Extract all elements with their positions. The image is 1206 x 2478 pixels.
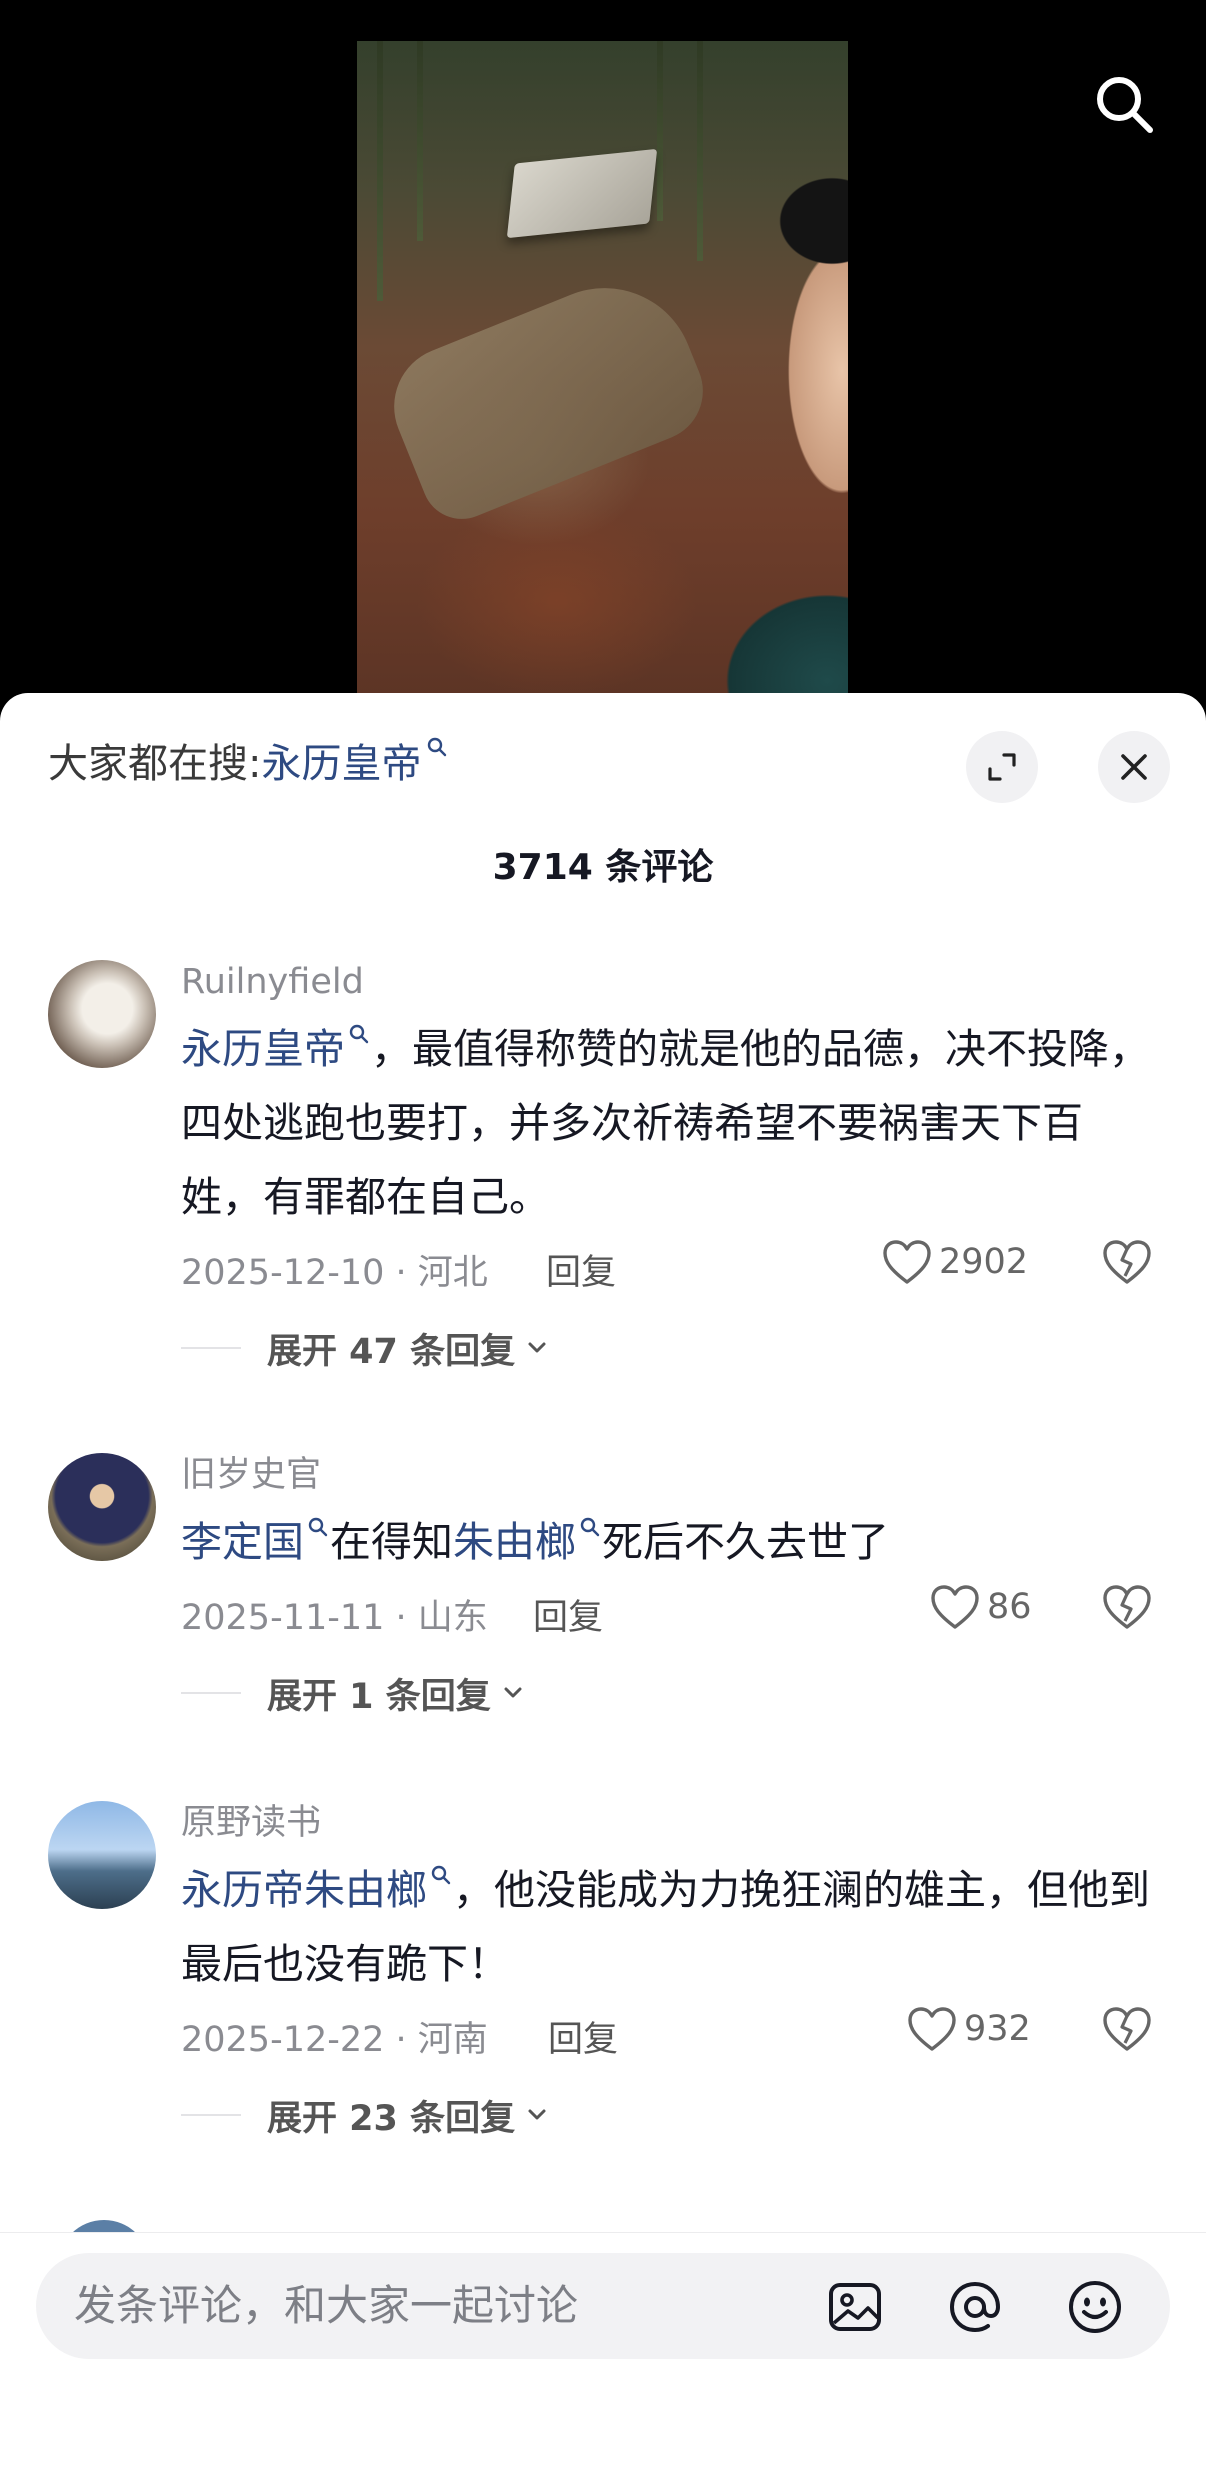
comment-keyword-link[interactable]: 李定国 (181, 1518, 304, 1566)
divider (181, 2114, 241, 2116)
like-button[interactable]: 2902 (881, 1238, 1028, 1286)
comment-text: 永历帝朱由榔 ，他没能成为力挽狂澜的雄主，但他到最后也没有跪下！ (181, 1853, 1161, 2001)
comment-username[interactable]: Ruilnyfield (181, 960, 1161, 1004)
broken-heart-icon (1103, 2007, 1151, 2051)
reply-button[interactable]: 回复 (548, 2011, 618, 2062)
dislike-button[interactable] (1101, 2005, 1153, 2062)
close-button[interactable] (1098, 731, 1170, 803)
comment-keyword-link[interactable]: 永历帝朱由榔 (181, 1866, 427, 1914)
hot-search-term[interactable]: 永历皇帝 (261, 731, 421, 789)
video-person (742, 151, 848, 291)
comment-input-bar: 发条评论，和大家一起讨论 (0, 2232, 1206, 2478)
comment-username[interactable]: 旧岁史官 (181, 1453, 1161, 1497)
expand-replies-label: 展开 1 条回复 (267, 1676, 491, 1717)
video-statue (376, 260, 718, 532)
comment-body: 旧岁史官 李定国 在得知朱由榔 死后不久去世了 2025-11-11 · 山东 回复… (181, 1453, 1161, 1723)
comment-text: 永历皇帝 ，最值得称赞的就是他的品德，决不投降，四处逃跑也要打，并多次祈祷希望不要… (181, 1012, 1161, 1234)
close-icon (1121, 754, 1147, 780)
comment-username[interactable]: 原野读书 (181, 1801, 1161, 1845)
expand-replies-button[interactable]: 展开 23 条回复 (181, 2085, 1161, 2145)
video-scenery (697, 41, 703, 261)
like-count: 86 (987, 1587, 1032, 1627)
expand-replies-button[interactable]: 展开 1 条回复 (181, 1663, 1161, 1723)
expand-button[interactable] (966, 731, 1038, 803)
video-player[interactable] (0, 0, 1206, 721)
hot-search-label: 大家都在搜: (48, 741, 262, 787)
image-icon[interactable] (826, 2278, 884, 2336)
dislike-button[interactable] (1101, 1583, 1153, 1640)
comment-text-body: 死后不久去世了 (602, 1518, 889, 1566)
comment-keyword-link[interactable]: 永历皇帝 (181, 1025, 345, 1073)
heart-icon (908, 2007, 956, 2051)
chevron-down-icon (528, 2109, 546, 2120)
comment-date-location: 2025-11-11 · 山东 (181, 1598, 488, 1638)
comment-input[interactable]: 发条评论，和大家一起讨论 (36, 2253, 1170, 2359)
video-frame[interactable] (357, 41, 848, 721)
expand-replies-label: 展开 23 条回复 (267, 2098, 516, 2139)
divider (181, 1692, 241, 1694)
avatar[interactable] (48, 1801, 156, 1909)
comment-input-placeholder: 发条评论，和大家一起讨论 (74, 2281, 579, 2330)
expand-replies-label: 展开 47 条回复 (267, 1331, 516, 1372)
like-button[interactable]: 932 (906, 2005, 1031, 2053)
hot-search[interactable]: 大家都在搜: 永历皇帝 (48, 731, 449, 789)
emoji-icon[interactable] (1066, 2278, 1124, 2336)
search-icon (349, 1024, 369, 1044)
avatar[interactable] (48, 1453, 156, 1561)
broken-heart-icon (1103, 1240, 1151, 1284)
sheet-header: 大家都在搜: 永历皇帝 3714 条评论 (0, 693, 1206, 893)
like-count: 932 (964, 2009, 1031, 2049)
broken-heart-icon (1103, 1585, 1151, 1629)
search-icon (431, 1865, 451, 1885)
video-scenery (377, 41, 383, 301)
chevron-down-icon (528, 1342, 546, 1353)
expand-icon (988, 753, 1016, 781)
search-icon (580, 1517, 600, 1537)
video-scenery (657, 41, 663, 221)
avatar[interactable] (48, 960, 156, 1068)
comment-meta: 2025-11-11 · 山东 回复 86 (181, 1581, 1161, 1641)
at-mention-icon[interactable] (946, 2278, 1004, 2336)
comment-sheet: 大家都在搜: 永历皇帝 3714 条评论 Ruilnyfield 永历皇帝 ，最… (0, 693, 1206, 2477)
comment-body: Ruilnyfield 永历皇帝 ，最值得称赞的就是他的品德，决不投降，四处逃跑也… (181, 960, 1161, 1378)
comment-meta: 2025-12-10 · 河北 回复 2902 (181, 1236, 1161, 1296)
comment-body: 原野读书 永历帝朱由榔 ，他没能成为力挽狂澜的雄主，但他到最后也没有跪下！ 202… (181, 1801, 1161, 2145)
like-count: 2902 (939, 1242, 1029, 1282)
search-icon[interactable] (1092, 72, 1156, 136)
reply-button[interactable]: 回复 (533, 1589, 603, 1640)
like-button[interactable]: 86 (929, 1583, 1032, 1631)
search-icon (428, 737, 447, 757)
comment-meta: 2025-12-22 · 河南 回复 932 (181, 2003, 1161, 2063)
video-scenery (417, 41, 423, 241)
comment-text: 李定国 在得知朱由榔 死后不久去世了 (181, 1505, 1161, 1579)
comment-keyword-link[interactable]: 朱由榔 (453, 1518, 576, 1566)
video-stone-plaque (506, 148, 658, 239)
reply-button[interactable]: 回复 (546, 1244, 616, 1295)
chevron-down-icon (504, 1687, 522, 1698)
divider (181, 1347, 241, 1349)
heart-icon (931, 1585, 979, 1629)
expand-replies-button[interactable]: 展开 47 条回复 (181, 1318, 1161, 1378)
comment-count: 3714 条评论 (492, 847, 714, 888)
dislike-button[interactable] (1101, 1238, 1153, 1295)
heart-icon (883, 1240, 931, 1284)
search-icon (308, 1517, 328, 1537)
comment-date-location: 2025-12-22 · 河南 (181, 2020, 488, 2060)
comment-text-body: 在得知 (330, 1518, 453, 1566)
comment-date-location: 2025-12-10 · 河北 (181, 1253, 488, 1293)
